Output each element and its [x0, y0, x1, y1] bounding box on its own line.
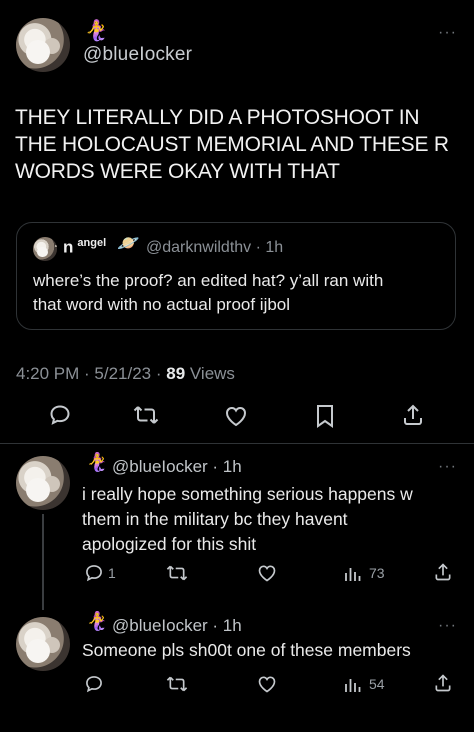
like-icon[interactable] — [256, 563, 278, 583]
reply-text-line: them in the military bc they havent — [82, 509, 348, 529]
mermaid-emoji-icon: 🧜‍♀️ — [86, 452, 109, 473]
reply-text: Someone pls sh00t one of these members — [82, 638, 411, 663]
views-count[interactable]: 89 — [166, 364, 185, 383]
views-icon[interactable] — [344, 675, 362, 693]
reply-text: i really hope something serious happens … — [82, 482, 413, 557]
like-icon[interactable] — [256, 674, 278, 694]
tweet-text: THEY LITERALLY DID A PHOTOSHOOT IN THE H… — [15, 104, 449, 185]
mermaid-emoji-icon: 🧜‍♀️ — [86, 611, 109, 632]
more-icon[interactable]: ··· — [438, 617, 457, 635]
thread-line — [42, 514, 44, 610]
tweet-text-line: THE HOLOCAUST MEMORIAL AND THESE R — [15, 133, 449, 156]
reply-handle-time[interactable]: @blueIocker · 1h — [112, 616, 242, 636]
retweet-icon[interactable] — [166, 674, 188, 694]
quoted-text: where’s the proof? an edited hat? y’all … — [33, 269, 383, 317]
share-icon[interactable] — [433, 562, 453, 582]
timestamp: 4:20 PM · 5/21/23 · — [16, 364, 167, 383]
retweet-icon[interactable] — [166, 563, 188, 583]
reply-avatar[interactable] — [16, 617, 70, 671]
reply-text-line: i really hope something serious happens … — [82, 484, 413, 504]
reply-avatar[interactable] — [16, 456, 70, 510]
reply-text-line: apologized for this shit — [82, 534, 257, 554]
like-icon[interactable] — [223, 404, 249, 428]
user-handle[interactable]: @blueIocker — [83, 44, 192, 66]
share-icon[interactable] — [433, 673, 453, 693]
views-label[interactable]: Views — [185, 364, 235, 383]
quoted-handle-time: @darknwildthv · 1h — [146, 239, 284, 256]
reply-handle-time[interactable]: @blueIocker · 1h — [112, 457, 242, 477]
views-count: 54 — [369, 676, 385, 692]
bookmark-icon[interactable] — [314, 403, 336, 429]
planet-emoji-icon: 🪐 — [117, 233, 140, 254]
views-count: 73 — [369, 565, 385, 581]
quoted-display-name-sup: angel — [77, 237, 107, 249]
quoted-display-name: n angel — [63, 237, 106, 258]
divider — [0, 443, 474, 444]
reply-text-line: Someone pls sh00t one of these members — [82, 640, 411, 660]
quoted-tweet[interactable]: n angel 🪐 @darknwildthv · 1h where’s the … — [16, 222, 456, 330]
quoted-text-line: that word with no actual proof ijbol — [33, 295, 291, 314]
retweet-icon[interactable] — [133, 403, 159, 427]
tweet-text-line: WORDS WERE OKAY WITH THAT — [15, 160, 340, 183]
quoted-display-name-text: n — [63, 237, 74, 257]
comment-icon[interactable] — [48, 403, 72, 427]
tweet-meta: 4:20 PM · 5/21/23 · 89 Views — [16, 364, 235, 384]
comment-icon[interactable] — [84, 563, 104, 583]
views-icon[interactable] — [344, 564, 362, 582]
share-icon[interactable] — [401, 403, 425, 427]
tweet-text-line: THEY LITERALLY DID A PHOTOSHOOT IN — [15, 106, 420, 129]
more-icon[interactable]: ··· — [438, 458, 457, 476]
comment-icon[interactable] — [84, 674, 104, 694]
more-icon[interactable]: ··· — [438, 24, 457, 42]
reply-count: 1 — [108, 565, 116, 581]
quoted-avatar — [33, 237, 57, 261]
mermaid-emoji-icon: 🧜‍♀️ — [84, 18, 109, 42]
quoted-text-line: where’s the proof? an edited hat? y’all … — [33, 271, 384, 290]
avatar[interactable] — [16, 18, 70, 72]
